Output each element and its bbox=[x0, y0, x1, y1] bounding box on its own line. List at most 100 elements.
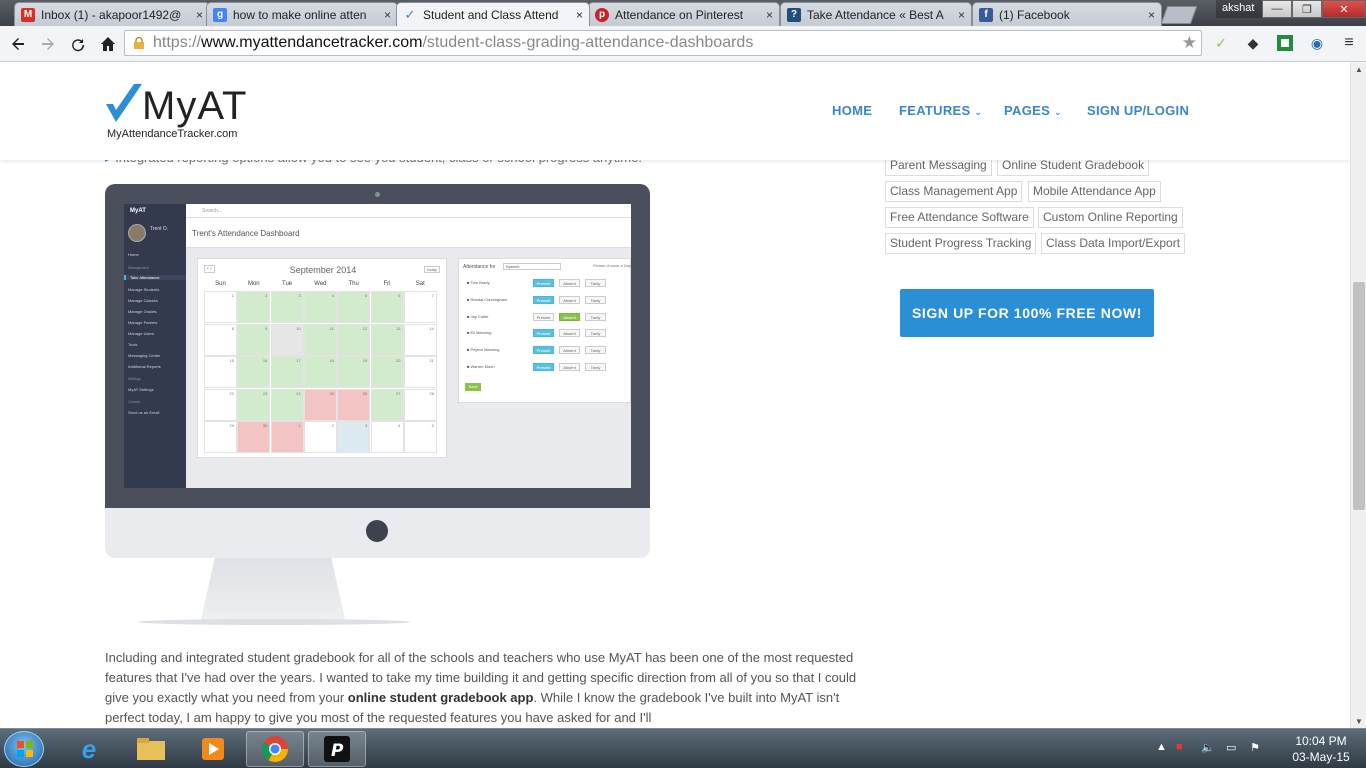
gradebook-link[interactable]: online student gradebook app bbox=[348, 690, 534, 705]
page-scrollbar[interactable]: ▲ ▼ bbox=[1350, 62, 1366, 728]
bookmark-star-icon[interactable]: ★ bbox=[1182, 33, 1197, 53]
student-name: ■ Peyton Manning bbox=[467, 347, 500, 353]
tab-google[interactable]: g how to make online atten × bbox=[206, 2, 398, 26]
avatar bbox=[128, 224, 146, 242]
tag-progress-tracking[interactable]: Student Progress Tracking bbox=[885, 233, 1037, 254]
calendar-day-cell: 13 bbox=[370, 323, 404, 356]
internet-explorer-icon[interactable]: e bbox=[60, 731, 118, 767]
tab-facebook[interactable]: f (1) Facebook × bbox=[972, 2, 1162, 26]
home-button[interactable] bbox=[94, 30, 122, 58]
action-center-icon[interactable]: ⚑ bbox=[1250, 741, 1260, 754]
nav-label: SIGN UP/LOGIN bbox=[1087, 103, 1190, 118]
calendar-day-header: Thu bbox=[348, 281, 359, 287]
tag-custom-reporting[interactable]: Custom Online Reporting bbox=[1038, 207, 1183, 228]
dash-nav-tools: Tools bbox=[128, 342, 138, 347]
calendar-day-cell: 20 bbox=[370, 356, 404, 388]
chevron-down-icon: ⌄ bbox=[974, 107, 983, 117]
calendar-month: September 2014 bbox=[289, 265, 357, 275]
tab-pinterest[interactable]: p Attendance on Pinterest × bbox=[588, 2, 780, 26]
address-bar[interactable]: https://www.myattendancetracker.com/stud… bbox=[124, 30, 1202, 56]
gmail-icon: M bbox=[21, 7, 35, 22]
nav-home[interactable]: HOME bbox=[832, 103, 872, 118]
attendance-tardy-button: Tardy bbox=[585, 312, 606, 321]
scroll-down-icon[interactable]: ▼ bbox=[1351, 714, 1366, 728]
tag-mobile-attendance[interactable]: Mobile Attendance App bbox=[1028, 181, 1161, 202]
attendance-row: ■ Peyton Manning Present Absent Tardy bbox=[465, 346, 630, 356]
article-paragraph: Including and integrated student gradebo… bbox=[105, 648, 860, 728]
attendance-header: Attendance for Speech Please choose a Da… bbox=[463, 263, 631, 270]
calendar-day-cell: 18 bbox=[303, 356, 337, 388]
tab-myat[interactable]: ✓ Student and Class Attend × bbox=[396, 2, 590, 26]
tab-title: Take Attendance « Best A bbox=[807, 7, 944, 22]
restore-button[interactable]: ❐ bbox=[1292, 0, 1322, 18]
volume-icon[interactable]: 🔈 bbox=[1201, 741, 1215, 754]
attendance-absent-button: Absent bbox=[559, 312, 580, 321]
start-button[interactable] bbox=[4, 731, 44, 767]
tab-close-icon[interactable]: × bbox=[196, 8, 203, 22]
reload-button[interactable] bbox=[64, 30, 92, 58]
new-tab-button[interactable] bbox=[1160, 6, 1198, 24]
extension-ring-icon[interactable]: ◉ bbox=[1306, 32, 1328, 54]
menu-icon[interactable]: ≡ bbox=[1338, 32, 1360, 54]
tab-title: Inbox (1) - akapoor1492@ bbox=[41, 7, 182, 22]
calendar-day-cell: 26 bbox=[337, 388, 371, 421]
tab-close-icon[interactable]: × bbox=[1148, 8, 1155, 22]
tab-close-icon[interactable]: × bbox=[766, 8, 773, 22]
monitor-camera bbox=[375, 192, 380, 197]
minimize-button[interactable]: — bbox=[1262, 0, 1292, 18]
tab-gmail[interactable]: M Inbox (1) - akapoor1492@ × bbox=[14, 2, 210, 26]
tab-take-attendance[interactable]: ? Take Attendance « Best A × bbox=[780, 2, 972, 26]
svg-text:P: P bbox=[331, 741, 344, 761]
facebook-icon: f bbox=[979, 7, 993, 22]
student-name: ■ Tom Brady bbox=[467, 280, 490, 285]
forward-button[interactable] bbox=[34, 30, 62, 58]
checkmark-logo-icon[interactable] bbox=[104, 82, 144, 128]
dash-nav-students: Manage Students bbox=[128, 287, 160, 292]
drive-icon[interactable] bbox=[1274, 32, 1296, 54]
pasco-icon[interactable]: P bbox=[308, 731, 366, 767]
extension-icon[interactable]: ◆ bbox=[1242, 32, 1264, 54]
dash-nav-users: Manage Users bbox=[128, 331, 155, 336]
dash-nav-myat-settings: MyAT Settings bbox=[128, 387, 154, 392]
media-player-icon[interactable] bbox=[184, 731, 242, 767]
monitor-stand bbox=[200, 558, 346, 624]
clock-date: 03-May-15 bbox=[1292, 750, 1350, 764]
close-window-button[interactable]: ✕ bbox=[1322, 0, 1366, 18]
monitor-stand-base bbox=[138, 619, 410, 625]
nav-pages[interactable]: PAGES ⌄ bbox=[1004, 103, 1062, 118]
chrome-icon[interactable] bbox=[246, 731, 304, 767]
tab-close-icon[interactable]: × bbox=[576, 8, 583, 22]
nav-features[interactable]: FEATURES ⌄ bbox=[899, 103, 982, 118]
attendance-present-button: Present bbox=[533, 363, 554, 371]
back-button[interactable] bbox=[4, 30, 32, 58]
system-clock[interactable]: 10:04 PM 03-May-15 bbox=[1290, 733, 1352, 765]
tray-expand-icon[interactable]: ▲ bbox=[1156, 741, 1167, 753]
tab-close-icon[interactable]: × bbox=[958, 8, 965, 22]
site-header: MyAT MyAttendanceTracker.com HOME FEATUR… bbox=[0, 62, 1350, 160]
tag-class-management[interactable]: Class Management App bbox=[885, 181, 1023, 202]
attendance-tardy-button: Tardy bbox=[585, 363, 606, 371]
attendance-present-button: Present bbox=[533, 312, 554, 321]
attendance-day-picker: Please choose a Day bbox=[593, 263, 631, 268]
dashboard-brand: MyAT bbox=[130, 208, 146, 214]
nav-signup-login[interactable]: SIGN UP/LOGIN bbox=[1087, 103, 1189, 118]
dash-nav-home: Home bbox=[128, 252, 139, 257]
calendar-today-button: today bbox=[424, 266, 440, 273]
lock-icon bbox=[134, 37, 144, 49]
tab-close-icon[interactable]: × bbox=[384, 8, 391, 22]
network-alert-icon[interactable]: ■ bbox=[1176, 741, 1183, 753]
nav-label: HOME bbox=[832, 103, 873, 118]
dashboard-user: Trent O. bbox=[150, 226, 169, 232]
logo-text[interactable]: MyAT bbox=[142, 84, 247, 129]
calendar-day-cell: 10 bbox=[270, 323, 304, 356]
scrollbar-thumb[interactable] bbox=[1353, 282, 1365, 510]
tag-data-import-export[interactable]: Class Data Import/Export bbox=[1041, 233, 1186, 254]
attendance-tardy-button: Tardy bbox=[585, 329, 606, 338]
myat-extension-icon[interactable]: ✓ bbox=[1210, 32, 1232, 54]
tag-free-attendance-software[interactable]: Free Attendance Software bbox=[885, 207, 1034, 228]
display-icon[interactable]: ▭ bbox=[1226, 741, 1236, 754]
file-explorer-icon[interactable] bbox=[122, 731, 180, 767]
dash-nav-parents: Manage Parents bbox=[128, 320, 158, 325]
scroll-up-icon[interactable]: ▲ bbox=[1351, 62, 1366, 76]
signup-free-button[interactable]: SIGN UP FOR 100% FREE NOW! bbox=[900, 289, 1154, 337]
